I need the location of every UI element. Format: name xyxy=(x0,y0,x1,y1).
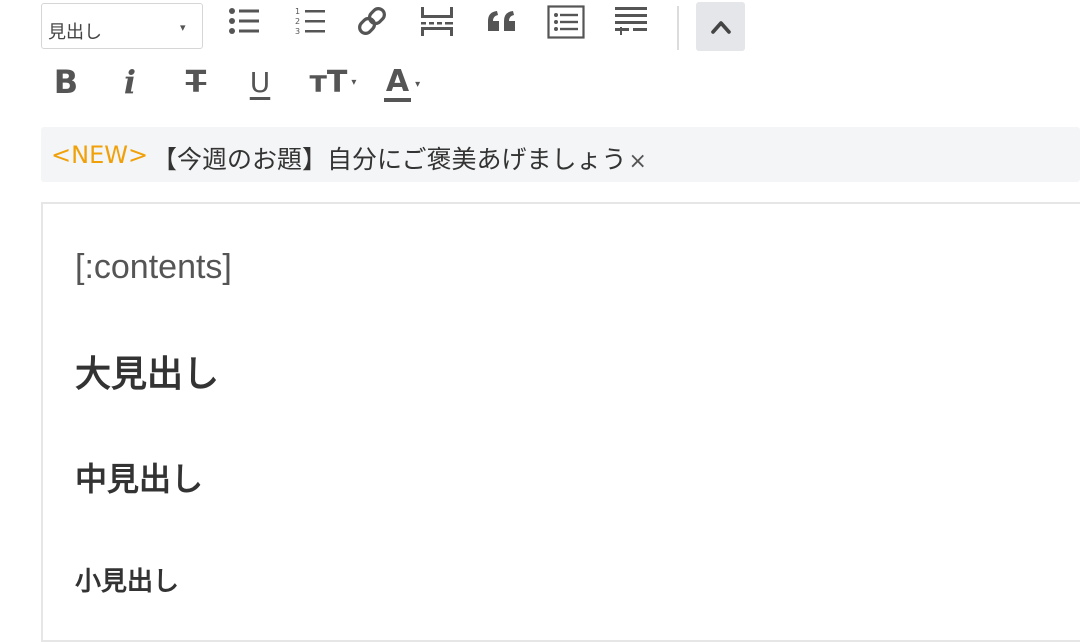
underline-button[interactable]: U xyxy=(242,62,278,102)
more-button[interactable] xyxy=(611,4,651,38)
announcement-link[interactable]: 【今週のお題】自分にご褒美あげましょう× xyxy=(152,140,647,176)
close-icon[interactable]: × xyxy=(629,149,647,174)
heading-small[interactable]: 小見出し xyxy=(75,561,179,598)
numbered-list-button[interactable]: 1 2 3 xyxy=(288,4,332,38)
toolbar-row-2: B i T U ᴛT ▾ A ▾ xyxy=(0,58,1080,110)
toc-button[interactable] xyxy=(546,4,586,40)
svg-text:2: 2 xyxy=(295,17,300,26)
page-break-button[interactable] xyxy=(416,4,458,38)
bulleted-list-button[interactable] xyxy=(222,4,266,38)
italic-button[interactable]: i xyxy=(116,62,144,102)
announcement-message[interactable]: 【今週のお題】自分にご褒美あげましょう xyxy=(152,145,627,174)
strikethrough-label: T xyxy=(185,64,207,100)
heading-medium[interactable]: 中見出し xyxy=(75,454,203,500)
new-badge: <NEW> xyxy=(51,141,149,169)
announcement-bar: <NEW> 【今週のお題】自分にご褒美あげましょう× xyxy=(41,127,1080,182)
strikethrough-button[interactable]: T xyxy=(176,62,216,102)
toolbar-divider xyxy=(677,6,679,50)
numbered-list-icon: 1 2 3 xyxy=(295,7,325,36)
link-button[interactable] xyxy=(352,4,392,38)
collapse-toolbar-button[interactable] xyxy=(696,2,745,51)
font-size-caret-icon: ▾ xyxy=(351,76,357,88)
heading-large[interactable]: 大見出し xyxy=(75,345,219,397)
heading-select[interactable]: 見出し ▾ xyxy=(41,3,203,49)
text-color-icon: A xyxy=(383,66,412,102)
bulleted-list-icon xyxy=(229,8,259,34)
underline-label: U xyxy=(249,65,271,99)
horizontal-rule-icon xyxy=(421,7,453,36)
heading-select-value: 見出し xyxy=(48,22,102,43)
font-size-button[interactable]: ᴛT ▾ xyxy=(306,62,360,102)
editor-body[interactable]: [:contents] 大見出し 中見出し 小見出し xyxy=(41,202,1080,642)
toc-icon xyxy=(547,5,585,39)
svg-text:3: 3 xyxy=(295,27,300,36)
chevron-up-icon xyxy=(710,20,731,34)
chevron-down-icon: ▾ xyxy=(180,21,186,34)
link-icon xyxy=(358,7,386,35)
contents-tag[interactable]: [:contents] xyxy=(75,248,232,287)
quote-button[interactable] xyxy=(484,6,520,36)
font-size-icon: ᴛT xyxy=(309,64,348,100)
toolbar-row-1: 見出し ▾ 1 2 3 xyxy=(0,0,1080,56)
svg-text:1: 1 xyxy=(295,7,300,16)
text-color-caret-icon: ▾ xyxy=(415,78,421,90)
text-color-button[interactable]: A ▾ xyxy=(374,62,430,106)
more-icon xyxy=(615,7,647,35)
bold-button[interactable]: B xyxy=(48,62,84,102)
quote-icon xyxy=(488,11,515,31)
